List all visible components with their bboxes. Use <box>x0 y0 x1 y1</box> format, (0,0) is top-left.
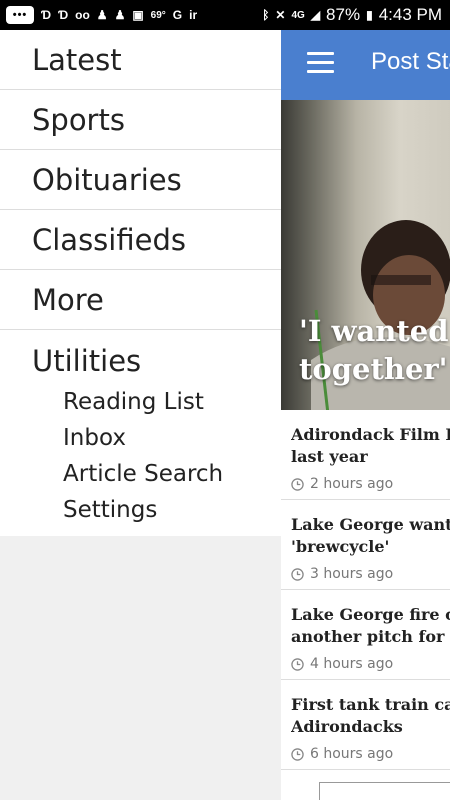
load-more-box[interactable] <box>319 782 450 800</box>
app-d-icon: Ɗ <box>41 8 52 22</box>
article-item[interactable]: Adirondack Film Fe last year 2 hours ago <box>281 410 450 500</box>
clock-time: 4:43 PM <box>378 5 442 24</box>
article-time-text: 4 hours ago <box>310 656 394 672</box>
article-time: 3 hours ago <box>291 566 450 582</box>
image-icon: ▣ <box>132 8 144 22</box>
nav-item-latest[interactable]: Latest <box>0 30 281 90</box>
article-item[interactable]: Lake George wants 'brewcycle' 3 hours ag… <box>281 500 450 590</box>
article-list: Adirondack Film Fe last year 2 hours ago… <box>281 410 450 770</box>
bluetooth-icon: ᛒ <box>262 8 270 22</box>
battery-percent: 87% <box>326 5 361 24</box>
g-app-icon: G <box>172 8 183 22</box>
article-title-line1: First tank train cars <box>291 695 450 714</box>
chess-piece-icon: ♟ <box>96 8 108 22</box>
nav-subitem-settings[interactable]: Settings <box>32 492 281 528</box>
article-title: First tank train cars Adirondacks <box>291 694 450 738</box>
article-time: 4 hours ago <box>291 656 450 672</box>
article-title: Lake George fire co another pitch for tr <box>291 604 450 648</box>
navigation-drawer: Latest Sports Obituaries Classifieds Mor… <box>0 30 281 536</box>
hero-title: 'I wanted u together' <box>299 312 450 388</box>
battery-icon: ▮ <box>366 8 373 22</box>
status-bar: ••• Ɗ Ɗ oo ♟ ♟ ▣ 69° G ir ᛒ ✕ 4G ◢ 87% ▮… <box>0 0 450 30</box>
article-time-text: 3 hours ago <box>310 566 394 582</box>
hero-title-line1: 'I wanted u <box>299 314 450 348</box>
temperature-text: 69° <box>150 9 166 21</box>
nav-group-label[interactable]: Utilities <box>32 344 281 378</box>
article-time-text: 6 hours ago <box>310 746 394 762</box>
article-title-line1: Adirondack Film Fe <box>291 425 450 444</box>
article-title: Adirondack Film Fe last year <box>291 424 450 468</box>
hero-title-line2: together' <box>299 352 448 386</box>
article-title-line2: another pitch for tr <box>291 627 450 646</box>
article-time: 2 hours ago <box>291 476 450 492</box>
clock-icon <box>291 747 304 761</box>
network-type: 4G <box>291 9 305 21</box>
clock-icon <box>291 477 304 491</box>
app-d-icon-2: Ɗ <box>58 8 69 22</box>
nav-subitem-inbox[interactable]: Inbox <box>32 420 281 456</box>
main-content: Post Sta 'I wanted u together' Adirondac… <box>281 30 450 800</box>
clock-icon <box>291 657 304 671</box>
nav-item-sports[interactable]: Sports <box>0 90 281 150</box>
chess-piece-icon-2: ♟ <box>114 8 126 22</box>
app-bar: Post Sta <box>281 30 450 100</box>
hamburger-menu-icon[interactable] <box>307 52 334 74</box>
article-title-line1: Lake George fire co <box>291 605 450 624</box>
nav-group-utilities: Utilities Reading List Inbox Article Sea… <box>0 330 281 528</box>
clock-icon <box>291 567 304 581</box>
nav-item-classifieds[interactable]: Classifieds <box>0 210 281 270</box>
article-title-line2: 'brewcycle' <box>291 537 390 556</box>
article-title-line1: Lake George wants <box>291 515 450 534</box>
nav-subitem-reading-list[interactable]: Reading List <box>32 384 281 420</box>
mute-icon: ✕ <box>275 8 286 22</box>
article-item[interactable]: First tank train cars Adirondacks 6 hour… <box>281 680 450 770</box>
nav-item-more[interactable]: More <box>0 270 281 330</box>
article-time: 6 hours ago <box>291 746 450 762</box>
article-title: Lake George wants 'brewcycle' <box>291 514 450 558</box>
hero-article[interactable]: 'I wanted u together' <box>281 100 450 410</box>
signal-icon: ◢ <box>310 8 321 22</box>
app-title: Post Sta <box>371 48 450 75</box>
article-item[interactable]: Lake George fire co another pitch for tr… <box>281 590 450 680</box>
article-title-line2: last year <box>291 447 368 466</box>
ir-icon: ir <box>189 8 198 22</box>
nav-subitem-article-search[interactable]: Article Search <box>32 456 281 492</box>
article-title-line2: Adirondacks <box>291 717 403 736</box>
article-time-text: 2 hours ago <box>310 476 394 492</box>
messages-icon: ••• <box>6 6 34 24</box>
voicemail-icon: oo <box>75 8 90 22</box>
nav-item-obituaries[interactable]: Obituaries <box>0 150 281 210</box>
